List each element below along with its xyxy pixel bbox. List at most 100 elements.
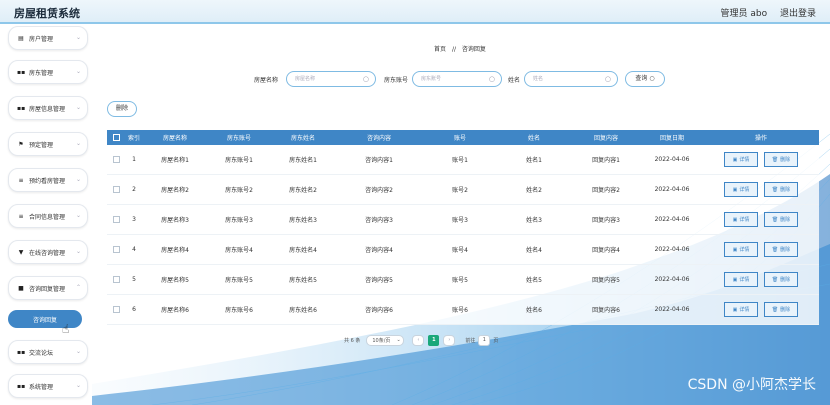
landlord-account-input[interactable]: 房东账号 ○ bbox=[412, 71, 502, 87]
detail-icon: ▣ bbox=[732, 156, 738, 163]
mouse-pointer-icon: ☝ bbox=[62, 322, 70, 336]
table-row[interactable]: 1 房屋名称1 房东账号1 房东姓名1 咨询内容1 账号1 姓名1 回复内容1 2022-04-… bbox=[107, 145, 819, 175]
house-name-input[interactable]: 房屋名称 ○ bbox=[286, 71, 376, 87]
col-house-name[interactable]: 房屋名称 bbox=[143, 130, 207, 145]
select-all-checkbox[interactable] bbox=[107, 130, 125, 145]
query-button[interactable]: 查询 ○ bbox=[625, 71, 665, 87]
row-checkbox[interactable] bbox=[107, 295, 125, 324]
col-landlord-name[interactable]: 房东姓名 bbox=[271, 130, 335, 145]
cell-account: 账号3 bbox=[452, 217, 468, 224]
delete-button[interactable]: 🗑 删除 bbox=[764, 272, 798, 287]
detail-button[interactable]: ▣ 详情 bbox=[724, 272, 758, 287]
sidebar-item-contract[interactable]: ≡ 合同信息管理 ⌄ bbox=[8, 204, 88, 228]
detail-icon: ▣ bbox=[732, 216, 738, 223]
cell-landlord-account: 房东账号3 bbox=[225, 217, 253, 224]
detail-button[interactable]: ▣ 详情 bbox=[724, 212, 758, 227]
current-user: 管理员 abo bbox=[720, 9, 768, 19]
delete-button[interactable]: 🗑 删除 bbox=[764, 212, 798, 227]
sidebar-item-house-info[interactable]: ▪▪ 房屋信息管理 ⌄ bbox=[8, 96, 88, 120]
prev-page-button[interactable]: ‹ bbox=[412, 334, 425, 346]
trash-icon: 🗑 bbox=[771, 216, 779, 223]
grid-icon: ▪▪ bbox=[17, 104, 26, 112]
sidebar-item-viewing[interactable]: ≡ 预约看房管理 ⌄ bbox=[8, 168, 88, 192]
detail-button[interactable]: ▣ 详情 bbox=[724, 182, 758, 197]
delete-button[interactable]: 🗑 删除 bbox=[764, 242, 798, 257]
cell-reply-date: 2022-04-06 bbox=[654, 156, 690, 163]
detail-label: 详情 bbox=[739, 247, 750, 253]
cell-index: 5 bbox=[132, 276, 136, 283]
sidebar-item-forum[interactable]: ▪▪ 交流论坛 ⌄ bbox=[8, 340, 88, 364]
cell-consult-content: 咨询内容3 bbox=[365, 217, 393, 224]
sidebar-item-booking[interactable]: ⚑ 预定管理 ⌄ bbox=[8, 132, 88, 156]
sidebar-item-reply[interactable]: ■ 咨询回复管理 ⌃ bbox=[8, 276, 88, 300]
cell-landlord-account: 房东账号5 bbox=[225, 277, 253, 284]
col-reply-date[interactable]: 回复日期 bbox=[641, 130, 703, 145]
sidebar-item-system[interactable]: ▪▪ 系统管理 ⌄ bbox=[8, 374, 88, 398]
delete-button[interactable]: 🗑 删除 bbox=[764, 152, 798, 167]
name-input[interactable]: 姓名 ○ bbox=[524, 71, 618, 87]
cell-house-name: 房屋名称6 bbox=[161, 307, 189, 314]
sidebar-item-label: 预约看房管理 bbox=[29, 177, 66, 185]
trash-icon: 🗑 bbox=[771, 186, 779, 193]
sidebar-item-label: 房屋信息管理 bbox=[29, 105, 66, 113]
delete-button[interactable]: 🗑 删除 bbox=[764, 182, 798, 197]
trash-icon: 🗑 bbox=[771, 306, 779, 313]
sidebar-item-tenant[interactable]: ▤ 房户管理 ⌄ bbox=[8, 26, 88, 50]
batch-delete-button[interactable]: 删除 bbox=[107, 101, 137, 117]
table-row[interactable]: 4 房屋名称4 房东账号4 房东姓名4 咨询内容4 账号4 姓名4 回复内容4 2022-04-… bbox=[107, 235, 819, 265]
sidebar-item-landlord[interactable]: ▪▪ 房东管理 ⌄ bbox=[8, 60, 88, 84]
sidebar-item-consult[interactable]: ▼ 在线咨询管理 ⌄ bbox=[8, 240, 88, 264]
col-name[interactable]: 姓名 bbox=[497, 130, 571, 145]
delete-label: 删除 bbox=[780, 187, 791, 193]
table-row[interactable]: 6 房屋名称6 房东账号6 房东姓名6 咨询内容6 账号6 姓名6 回复内容6 2022-04-… bbox=[107, 295, 819, 325]
logout-link[interactable]: 退出登录 bbox=[780, 9, 816, 19]
row-checkbox[interactable] bbox=[107, 145, 125, 174]
detail-button[interactable]: ▣ 详情 bbox=[724, 152, 758, 167]
flag-icon: ⚑ bbox=[18, 140, 24, 148]
goto-page-input[interactable]: 1 bbox=[478, 334, 491, 346]
cell-reply-content: 回复内容5 bbox=[592, 277, 620, 284]
cell-name: 姓名4 bbox=[526, 247, 542, 254]
table-row[interactable]: 5 房屋名称5 房东账号5 房东姓名5 咨询内容5 账号5 姓名5 回复内容5 2022-04-… bbox=[107, 265, 819, 295]
col-consult-content[interactable]: 咨询内容 bbox=[335, 130, 423, 145]
detail-label: 详情 bbox=[739, 157, 750, 163]
row-checkbox[interactable] bbox=[107, 235, 125, 264]
detail-icon: ▣ bbox=[732, 186, 738, 193]
row-checkbox[interactable] bbox=[107, 205, 125, 234]
cell-house-name: 房屋名称2 bbox=[161, 187, 189, 194]
cell-index: 6 bbox=[132, 306, 136, 313]
search-icon: ○ bbox=[649, 75, 655, 82]
cell-reply-date: 2022-04-06 bbox=[654, 186, 690, 193]
cell-actions: ▣ 详情 🗑 删除 bbox=[703, 265, 819, 294]
cell-actions: ▣ 详情 🗑 删除 bbox=[703, 175, 819, 204]
cell-account: 账号5 bbox=[452, 277, 468, 284]
chevron-down-icon: ⌄ bbox=[396, 337, 401, 343]
cell-landlord-account: 房东账号1 bbox=[225, 157, 253, 164]
detail-label: 详情 bbox=[739, 277, 750, 283]
cell-reply-content: 回复内容1 bbox=[592, 157, 620, 164]
page-number-current[interactable]: 1 bbox=[428, 334, 440, 346]
sidebar-item-label: 房户管理 bbox=[29, 35, 54, 43]
row-checkbox[interactable] bbox=[107, 265, 125, 294]
cell-consult-content: 咨询内容4 bbox=[365, 247, 393, 254]
detail-button[interactable]: ▣ 详情 bbox=[724, 302, 758, 317]
col-reply-content[interactable]: 回复内容 bbox=[571, 130, 641, 145]
cell-landlord-account: 房东账号4 bbox=[225, 247, 253, 254]
col-landlord-account[interactable]: 房东账号 bbox=[207, 130, 271, 145]
cell-account: 账号2 bbox=[452, 187, 468, 194]
chevron-down-icon: ⌄ bbox=[75, 68, 81, 75]
submenu-item-reply[interactable]: 咨询回复 bbox=[8, 310, 82, 328]
delete-button[interactable]: 🗑 删除 bbox=[764, 302, 798, 317]
col-account[interactable]: 账号 bbox=[423, 130, 497, 145]
breadcrumb-separator: // bbox=[451, 46, 456, 53]
detail-button[interactable]: ▣ 详情 bbox=[724, 242, 758, 257]
cell-reply-date: 2022-04-06 bbox=[654, 306, 690, 313]
page-size-select[interactable]: 10条/页 ⌄ bbox=[366, 334, 405, 346]
table-row[interactable]: 3 房屋名称3 房东账号3 房东姓名3 咨询内容3 账号3 姓名3 回复内容3 2022-04-… bbox=[107, 205, 819, 235]
row-checkbox[interactable] bbox=[107, 175, 125, 204]
breadcrumb-home[interactable]: 首页 bbox=[434, 46, 446, 53]
detail-label: 详情 bbox=[739, 187, 750, 193]
delete-label: 删除 bbox=[780, 217, 791, 223]
next-page-button[interactable]: › bbox=[443, 334, 456, 346]
table-row[interactable]: 2 房屋名称2 房东账号2 房东姓名2 咨询内容2 账号2 姓名2 回复内容2 2022-04-… bbox=[107, 175, 819, 205]
